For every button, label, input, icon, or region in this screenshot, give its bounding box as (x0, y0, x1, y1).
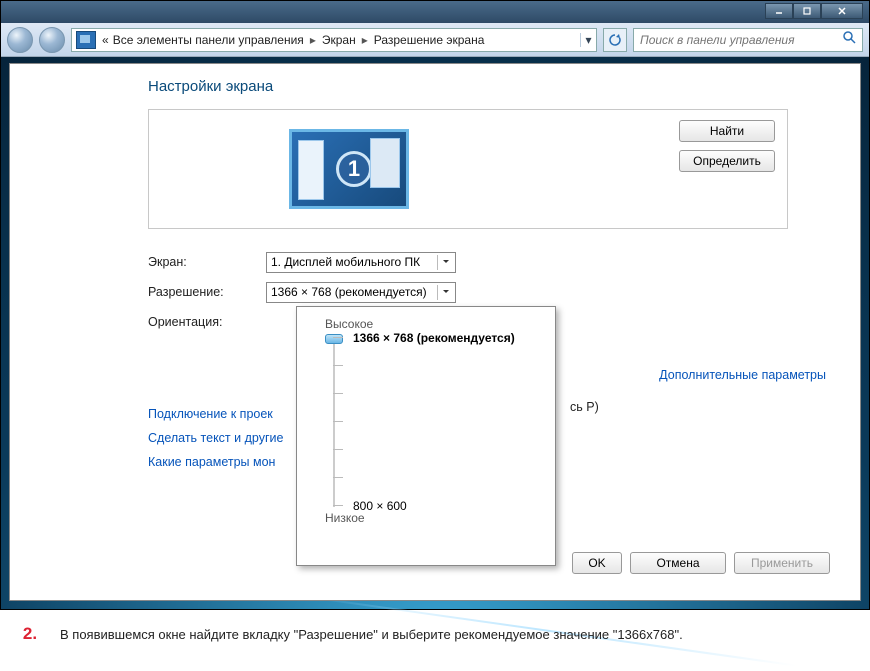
chevron-right-icon[interactable]: ▸ (358, 33, 372, 47)
search-box[interactable] (633, 28, 863, 52)
search-input[interactable] (640, 33, 842, 47)
instruction-number: 2. (0, 624, 60, 644)
refresh-button[interactable] (603, 28, 627, 52)
chevron-down-icon[interactable] (437, 255, 453, 270)
monitor-window-icon (370, 138, 400, 188)
resolution-low-label: Низкое (325, 511, 541, 525)
resolution-slider-thumb[interactable] (325, 334, 343, 344)
display-preview-box: 1 Найти Определить (148, 109, 788, 229)
breadcrumb-seg[interactable]: Разрешение экрана (372, 33, 487, 47)
nav-back-button[interactable] (7, 27, 33, 53)
breadcrumb-seg[interactable]: Все элементы панели управления (111, 33, 306, 47)
resolution-min-label: 800 × 600 (353, 499, 407, 513)
resolution-slider-track[interactable]: 1366 × 768 (рекомендуется) 800 × 600 (333, 337, 541, 507)
breadcrumb-dropdown[interactable]: ▾ (580, 33, 596, 47)
minimize-button[interactable] (765, 3, 793, 19)
titlebar[interactable] (1, 1, 869, 23)
maximize-button[interactable] (793, 3, 821, 19)
screen-combo[interactable]: 1. Дисплей мобильного ПК (266, 252, 456, 273)
resolution-combo[interactable]: 1366 × 768 (рекомендуется) (266, 282, 456, 303)
resolution-high-label: Высокое (325, 317, 541, 331)
projector-hint: сь P) (570, 400, 599, 414)
instruction-text: В появившемся окне найдите вкладку "Разр… (60, 627, 683, 642)
screen-label: Экран: (148, 255, 266, 269)
find-button[interactable]: Найти (679, 120, 775, 142)
ok-button[interactable]: OK (572, 552, 622, 574)
chevron-right-icon[interactable]: ▸ (306, 33, 320, 47)
cancel-button[interactable]: Отмена (630, 552, 726, 574)
breadcrumb-seg[interactable]: Экран (320, 33, 358, 47)
navbar: « Все элементы панели управления ▸ Экран… (1, 23, 869, 57)
orientation-label: Ориентация: (148, 315, 266, 329)
monitor-taskbar-icon (298, 140, 324, 200)
instruction-row: 2. В появившемся окне найдите вкладку "Р… (0, 624, 870, 644)
resolution-label: Разрешение: (148, 285, 266, 299)
resolution-selected-label: 1366 × 768 (рекомендуется) (353, 331, 515, 345)
content-area: Настройки экрана 1 Найти Определить Экра… (9, 63, 861, 601)
search-icon[interactable] (842, 30, 856, 49)
nav-forward-button[interactable] (39, 27, 65, 53)
monitor-thumbnail[interactable]: 1 (289, 129, 409, 209)
advanced-settings-link[interactable]: Дополнительные параметры (659, 368, 826, 382)
window-button-group (765, 3, 863, 19)
screen-combo-value: 1. Дисплей мобильного ПК (271, 255, 420, 269)
monitor-number: 1 (336, 151, 372, 187)
apply-button[interactable]: Применить (734, 552, 830, 574)
resolution-combo-value: 1366 × 768 (рекомендуется) (271, 285, 427, 299)
desktop-background: « Все элементы панели управления ▸ Экран… (0, 0, 870, 610)
breadcrumb-prefix: « (100, 33, 111, 47)
resolution-popup[interactable]: Высокое 1366 × 768 (рекомендуется) 800 ×… (296, 306, 556, 566)
chevron-down-icon[interactable] (437, 285, 453, 300)
breadcrumb[interactable]: « Все элементы панели управления ▸ Экран… (71, 28, 597, 52)
dialog-button-row: OK Отмена Применить (572, 552, 830, 574)
control-panel-icon (76, 31, 96, 49)
close-button[interactable] (821, 3, 863, 19)
page-title: Настройки экрана (148, 78, 788, 95)
detect-button[interactable]: Определить (679, 150, 775, 172)
